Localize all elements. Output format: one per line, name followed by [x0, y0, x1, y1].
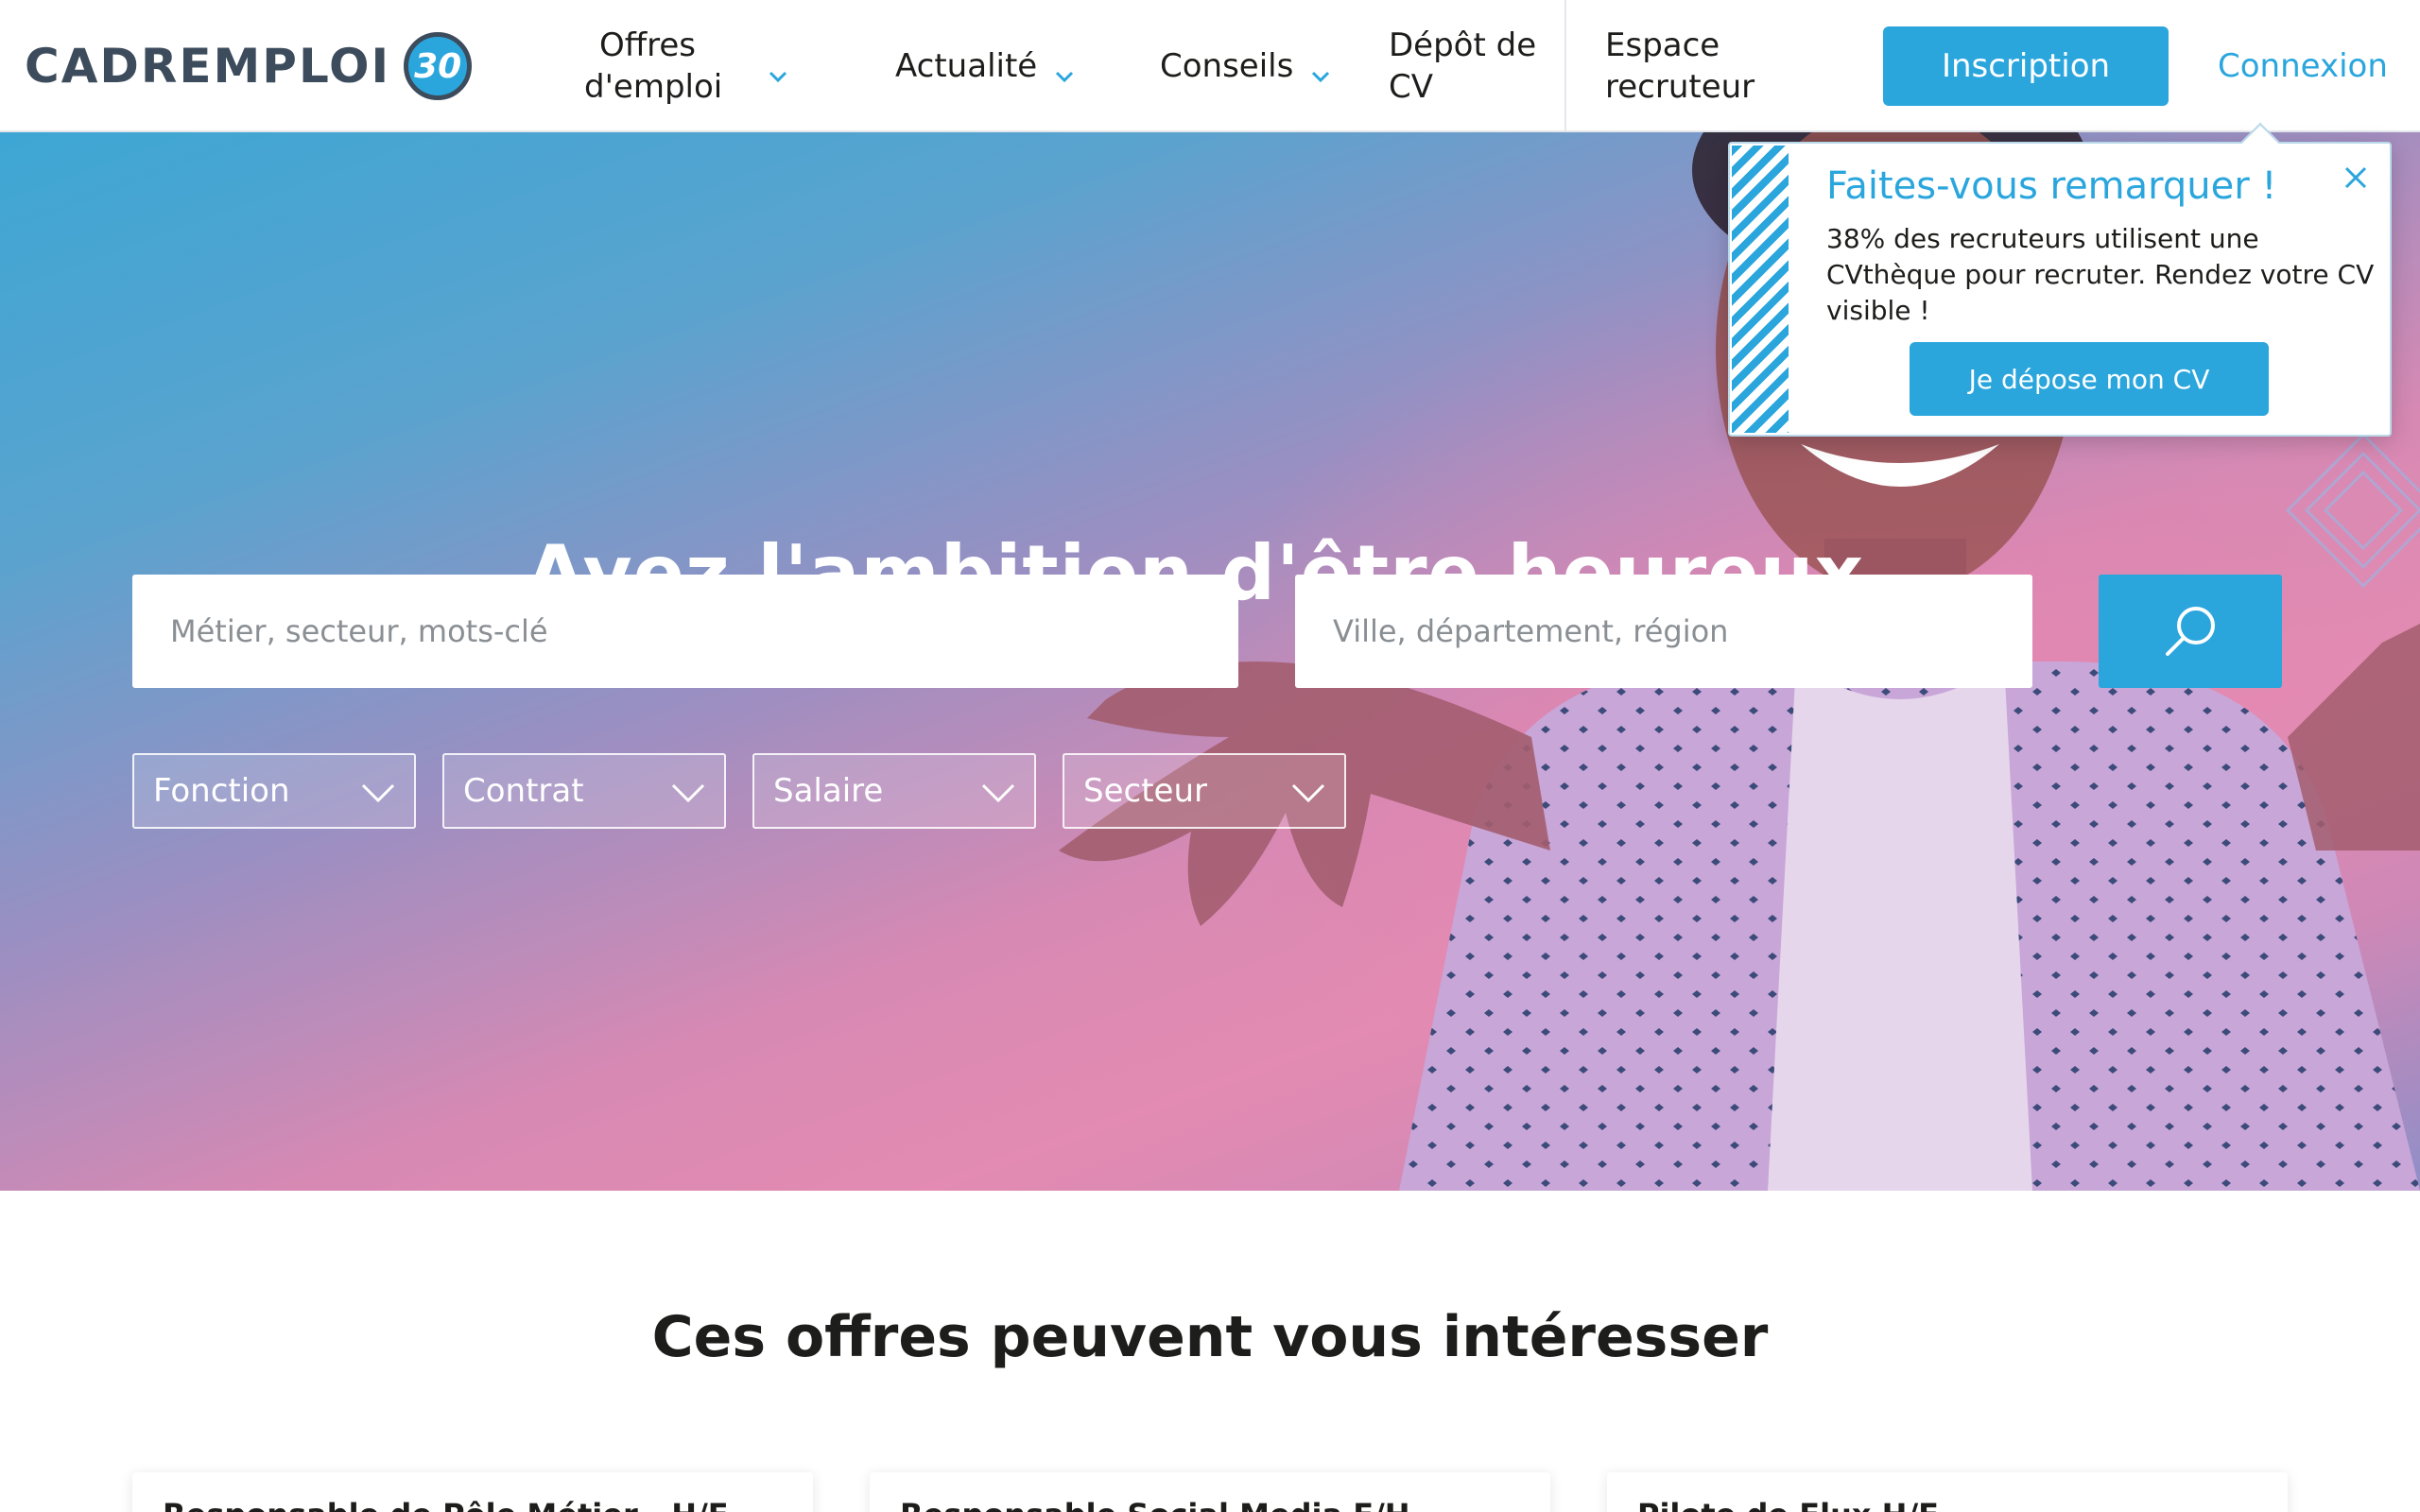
job-offer-title: Responsable de Pôle Métier - H/F — [163, 1497, 729, 1512]
filter-fonction-select[interactable]: Fonction — [132, 753, 416, 829]
popup-title: Faites-vous remarquer ! — [1826, 164, 2277, 208]
job-offer-title: Pilote de Flux H/F — [1637, 1497, 1939, 1512]
nav-label: Conseils — [1160, 47, 1294, 85]
cadremploi-logo[interactable]: CADREMPLOI 30 — [25, 28, 473, 104]
search-icon — [2166, 607, 2215, 656]
cv-upload-popup: Faites-vous remarquer ! 38% des recruteu… — [1728, 122, 2392, 437]
nav-actualite[interactable]: Actualité — [895, 0, 1075, 132]
keywords-search-input[interactable] — [132, 575, 1238, 688]
filter-contrat-select[interactable]: Contrat — [442, 753, 726, 829]
job-offer-card[interactable]: Pilote de Flux H/F — [1607, 1472, 2288, 1512]
upload-cv-button[interactable]: Je dépose mon CV — [1910, 342, 2269, 416]
logo-text: CADREMPLOI — [25, 39, 391, 94]
site-header: CADREMPLOI 30 Offres d'emploi Actualité … — [0, 0, 2420, 132]
nav-depot-cv[interactable]: Dépôt de CV — [1389, 0, 1540, 132]
nav-label: Dépôt de CV — [1389, 26, 1537, 106]
job-offer-card[interactable]: Responsable de Pôle Métier - H/F — [132, 1472, 813, 1512]
offers-section-title: Ces offres peuvent vous intéresser — [651, 1304, 1769, 1370]
nav-espace-recruteur[interactable]: Espace recruteur — [1605, 0, 1775, 132]
close-icon[interactable] — [2337, 159, 2375, 197]
nav-label: Actualité — [895, 47, 1038, 85]
chevron-down-icon — [768, 56, 788, 83]
filter-label: Secteur — [1083, 772, 1207, 810]
popup-stripe-decoration — [1732, 146, 1789, 433]
nav-conseils[interactable]: Conseils — [1160, 0, 1331, 132]
filter-label: Salaire — [773, 772, 884, 810]
anniversary-badge-icon: 30 — [404, 32, 473, 100]
chevron-down-icon — [1054, 56, 1075, 83]
login-link[interactable]: Connexion — [2218, 26, 2388, 106]
search-submit-button[interactable] — [2099, 575, 2282, 688]
chevron-down-icon — [1310, 56, 1331, 83]
popup-message: 38% des recruteurs utilisent une CVthèqu… — [1826, 223, 2375, 326]
location-search-input[interactable] — [1295, 575, 2032, 688]
chevron-down-icon — [671, 783, 705, 803]
filter-label: Fonction — [153, 772, 290, 810]
chevron-down-icon — [981, 783, 1015, 803]
nav-offres-emploi[interactable]: Offres d'emploi — [584, 0, 802, 132]
nav-label: Espace recruteur — [1605, 26, 1755, 106]
job-offer-card[interactable]: Responsable Social Media F/H — [870, 1472, 1550, 1512]
chevron-down-icon — [1291, 783, 1325, 803]
nav-label: Offres d'emploi — [584, 26, 723, 106]
filter-secteur-select[interactable]: Secteur — [1063, 753, 1346, 829]
signup-button[interactable]: Inscription — [1883, 26, 2169, 106]
chevron-down-icon — [361, 783, 395, 803]
filter-label: Contrat — [463, 772, 584, 810]
job-offer-title: Responsable Social Media F/H — [900, 1497, 1410, 1512]
nav-divider — [1564, 0, 1566, 132]
filter-salaire-select[interactable]: Salaire — [752, 753, 1036, 829]
